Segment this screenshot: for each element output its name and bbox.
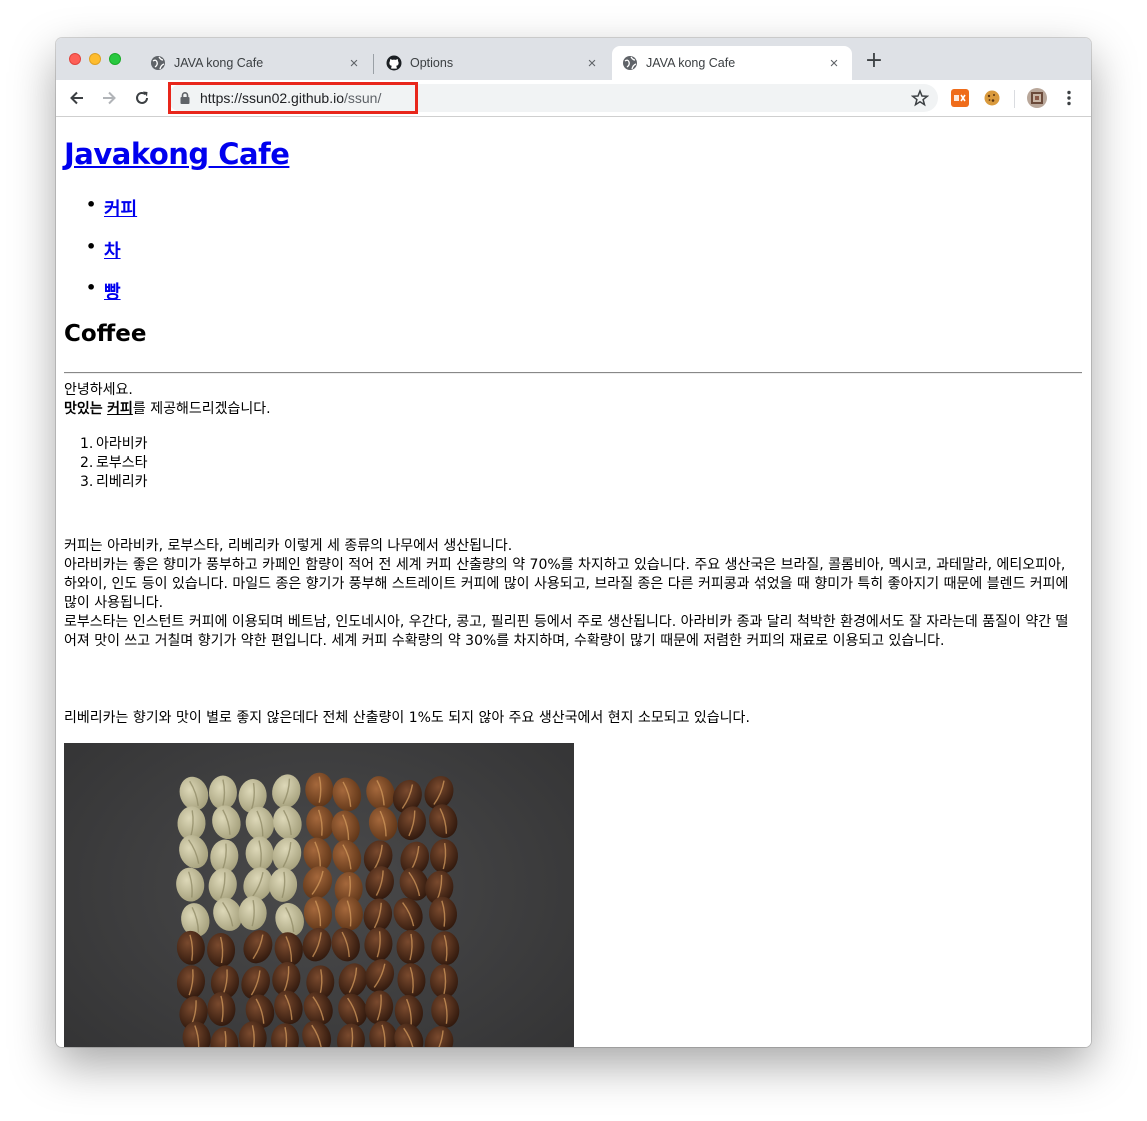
- bean-name: 아라비카: [96, 436, 148, 452]
- back-button[interactable]: [65, 86, 89, 110]
- zoom-window-button[interactable]: [109, 53, 121, 65]
- reload-button[interactable]: [130, 86, 154, 110]
- browser-window: JAVA kong Cafe × Options × JAVA kong Caf…: [56, 38, 1091, 1047]
- bookmark-star-button[interactable]: [908, 86, 932, 110]
- reload-icon: [136, 91, 148, 104]
- globe-icon: [623, 56, 637, 70]
- list-item: 1. 아라비카: [64, 435, 148, 454]
- list-number: 3.: [80, 474, 94, 490]
- nav-link-tea[interactable]: 차: [104, 241, 121, 262]
- coffee-beans-picture: [64, 743, 574, 1047]
- browser-toolbar: https://ssun02.github.io/ssun/: [56, 80, 1091, 117]
- nav-item-coffee: 커피: [64, 195, 137, 237]
- category-nav: 커피 차 빵: [64, 195, 137, 320]
- offer-text: 맛있는 커피를 제공해드리겠습니다.: [64, 400, 1080, 419]
- offer-rest: 를 제공해드리겠습니다.: [132, 401, 271, 417]
- bean-name: 리베리카: [96, 474, 148, 490]
- url-highlight-box: [168, 82, 418, 114]
- paragraph-line: 로부스타는 인스턴트 커피에 이용되며 베트남, 인도네시아, 우간다, 콩고,…: [64, 614, 1069, 649]
- profile-avatar[interactable]: [1027, 88, 1047, 108]
- paragraph-line: 아라비카는 좋은 향미가 풍부하고 카페인 함량이 적어 전 세계 커피 산출량…: [64, 557, 1069, 611]
- avatar-icon: [1031, 92, 1043, 104]
- extension-icon[interactable]: [951, 89, 969, 107]
- list-number: 2.: [80, 455, 94, 471]
- github-icon: [386, 55, 402, 71]
- list-item: 2. 로부스타: [64, 454, 148, 473]
- forward-button[interactable]: [97, 86, 121, 110]
- tab-title: JAVA kong Cafe: [646, 56, 736, 70]
- tab-close-icon[interactable]: ×: [826, 55, 842, 72]
- tab-javakong-cafe-1[interactable]: JAVA kong Cafe ×: [140, 46, 372, 80]
- arrow-left-icon: [70, 91, 83, 105]
- section-title: Coffee: [64, 321, 147, 347]
- tab-divider: [373, 54, 374, 74]
- more-vert-icon: [1067, 90, 1071, 106]
- list-item: 3. 리베리카: [64, 473, 148, 492]
- coffee-description-paragraph: 커피는 아라비카, 로부스타, 리베리카 이렇게 세 종류의 나무에서 생산됩니…: [64, 537, 1080, 651]
- browser-menu-button[interactable]: [1059, 86, 1079, 110]
- tab-strip: JAVA kong Cafe × Options × JAVA kong Caf…: [56, 38, 1091, 80]
- paragraph-line: 커피는 아라비카, 로부스타, 리베리카 이렇게 세 종류의 나무에서 생산됩니…: [64, 538, 513, 554]
- new-tab-button[interactable]: +: [862, 50, 886, 74]
- tab-close-icon[interactable]: ×: [584, 55, 600, 72]
- star-icon: [911, 89, 929, 107]
- tab-title: Options: [410, 56, 454, 70]
- coffee-beans-image: [64, 743, 574, 1047]
- globe-icon: [151, 56, 165, 70]
- cookie-extension-icon[interactable]: [983, 89, 1001, 107]
- tab-options[interactable]: Options ×: [376, 46, 610, 80]
- offer-bold: 맛있는: [64, 401, 103, 417]
- offer-coffee-underlined: 커피: [107, 401, 133, 417]
- site-title-link[interactable]: Javakong Cafe: [64, 137, 290, 171]
- nav-item-tea: 차: [64, 237, 137, 279]
- toolbar-divider: [1014, 90, 1015, 108]
- tab-title: JAVA kong Cafe: [174, 56, 264, 70]
- tab-javakong-cafe-active[interactable]: JAVA kong Cafe ×: [612, 46, 852, 80]
- extension-glyph-icon: [954, 94, 966, 102]
- horizontal-rule: [64, 372, 1082, 374]
- nav-item-bread: 빵: [64, 278, 137, 320]
- greeting-text: 안녕하세요.: [64, 382, 133, 398]
- list-number: 1.: [80, 436, 94, 452]
- liberica-paragraph: 리베리카는 향기와 맛이 별로 좋지 않은데다 전체 산출량이 1%도 되지 않…: [64, 710, 750, 726]
- minimize-window-button[interactable]: [89, 53, 101, 65]
- tab-close-icon[interactable]: ×: [346, 55, 362, 72]
- close-window-button[interactable]: [69, 53, 81, 65]
- bean-name: 로부스타: [96, 455, 148, 471]
- bean-type-list: 1. 아라비카 2. 로부스타 3. 리베리카: [64, 435, 148, 492]
- cookie-icon: [984, 90, 1000, 106]
- nav-link-bread[interactable]: 빵: [104, 282, 121, 303]
- nav-link-coffee[interactable]: 커피: [104, 199, 137, 220]
- arrow-right-icon: [103, 91, 116, 105]
- page-content: Javakong Cafe 커피 차 빵 Coffee 안녕하세요. 맛있는 커…: [56, 117, 1091, 1047]
